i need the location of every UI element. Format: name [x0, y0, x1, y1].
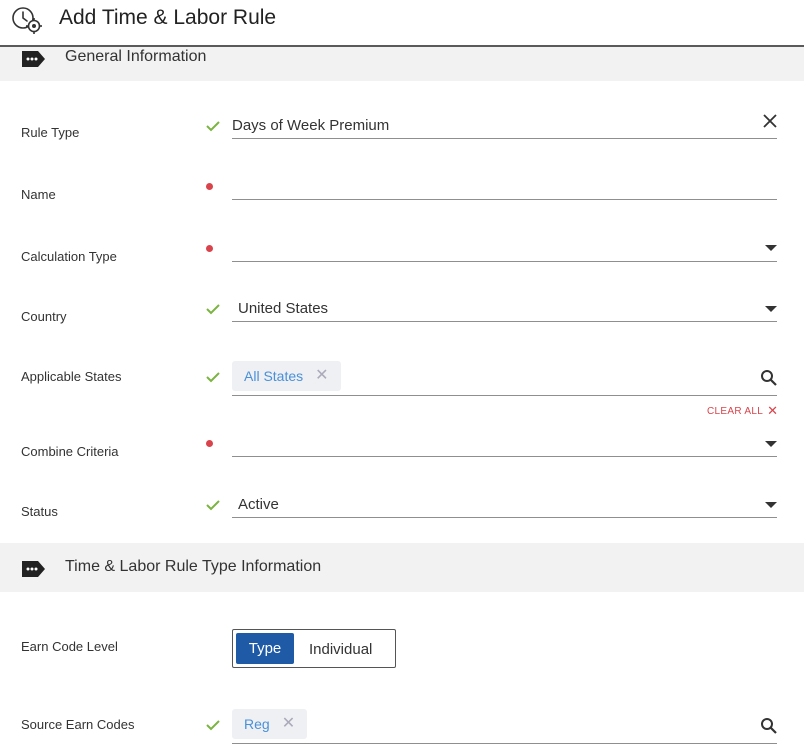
rule-type-input-underline	[232, 138, 777, 139]
combine-criteria-select[interactable]	[232, 429, 777, 456]
applicable-states-underline	[232, 395, 777, 396]
toggle-option-individual[interactable]: Individual	[309, 641, 372, 658]
earn-code-chip[interactable]: Reg ✕	[232, 709, 308, 739]
earn-code-level-label: Earn Code Level	[21, 639, 118, 654]
chevron-down-icon[interactable]	[765, 306, 777, 312]
remove-chip-icon[interactable]: ✕	[315, 368, 328, 384]
chevron-down-icon[interactable]	[765, 441, 777, 447]
chevron-down-icon[interactable]	[765, 245, 777, 251]
required-indicator	[206, 440, 213, 447]
applicable-states-label: Applicable States	[21, 369, 122, 384]
clock-gear-icon	[10, 5, 44, 35]
check-icon	[205, 119, 221, 133]
earn-code-level-toggle: Type Individual	[232, 629, 396, 668]
close-icon: ✕	[767, 403, 779, 418]
calculation-type-underline	[232, 261, 777, 262]
search-icon[interactable]	[760, 717, 778, 735]
section-title-type-info: Time & Labor Rule Type Information	[65, 558, 322, 575]
source-earn-codes-underline	[232, 743, 777, 744]
clear-all-button[interactable]: CLEAR ALL ✕	[707, 403, 778, 419]
country-select[interactable]: United States	[238, 300, 328, 317]
status-underline	[232, 517, 777, 518]
status-label: Status	[21, 504, 58, 519]
check-icon	[205, 498, 221, 512]
search-icon[interactable]	[760, 369, 778, 387]
combine-criteria-underline	[232, 456, 777, 457]
rule-type-label: Rule Type	[21, 125, 80, 140]
status-select[interactable]: Active	[238, 496, 279, 513]
clear-all-label: CLEAR ALL	[707, 405, 764, 417]
name-input-underline	[232, 199, 777, 200]
more-tag-icon	[20, 560, 46, 578]
check-icon	[205, 370, 221, 384]
required-indicator	[206, 245, 213, 252]
name-label: Name	[21, 187, 56, 202]
remove-chip-icon[interactable]: ✕	[282, 716, 295, 732]
calculation-type-label: Calculation Type	[21, 249, 117, 264]
calculation-type-select[interactable]	[232, 234, 777, 261]
country-label: Country	[21, 309, 67, 324]
rule-type-value[interactable]: Days of Week Premium	[232, 117, 389, 134]
state-chip[interactable]: All States ✕	[232, 361, 341, 391]
section-title-general: General Information	[65, 48, 207, 65]
combine-criteria-label: Combine Criteria	[21, 444, 119, 459]
more-tag-icon	[20, 50, 46, 68]
name-input[interactable]	[232, 172, 777, 199]
toggle-option-type[interactable]: Type	[236, 633, 294, 664]
source-earn-codes-label: Source Earn Codes	[21, 717, 135, 732]
chevron-down-icon[interactable]	[765, 502, 777, 508]
page-title: Add Time & Labor Rule	[59, 6, 277, 29]
check-icon	[205, 302, 221, 316]
chip-label: Reg	[244, 716, 270, 732]
required-indicator	[206, 183, 213, 190]
clear-icon[interactable]	[762, 113, 778, 129]
check-icon	[205, 718, 221, 732]
country-underline	[232, 321, 777, 322]
chip-label: All States	[244, 368, 304, 384]
